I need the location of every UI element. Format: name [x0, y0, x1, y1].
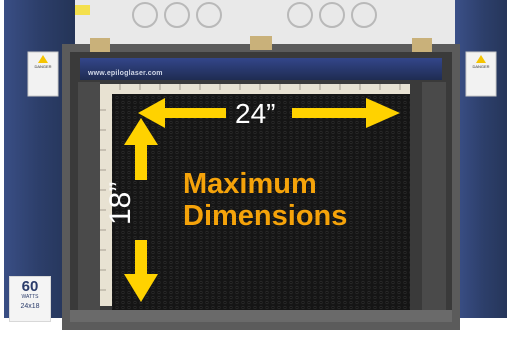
epilog-url-strip: www.epiloglaser.com: [88, 70, 163, 77]
top-ruler: [105, 84, 410, 94]
width-dimension-label: 24”: [235, 98, 276, 129]
badge-watts: 60: [21, 278, 39, 295]
photo-scene: www.epiloglaser.com 24” 18” Maximum Dime…: [0, 0, 511, 339]
model-badge: 60 WATTS 24x18: [9, 276, 51, 322]
warning-text-right-box: DANGER: [466, 52, 496, 96]
hinge-left: [90, 38, 110, 52]
headline-line-2: Dimensions: [183, 200, 348, 232]
warning-text-right: DANGER: [472, 64, 490, 69]
hinge-right: [412, 38, 432, 52]
right-rail: [422, 82, 446, 310]
maximum-dimensions-headline: Maximum Dimensions: [183, 168, 347, 232]
badge-unit: WATTS: [21, 294, 39, 300]
hinge-center: [250, 36, 272, 50]
badge-size: 24x18: [20, 303, 40, 310]
right-frame: [455, 0, 511, 339]
height-dimension-label: 18”: [104, 181, 137, 225]
headline-line-1: Maximum: [183, 168, 317, 200]
left-rail: [78, 82, 100, 310]
warning-text-left-box: DANGER: [28, 52, 58, 96]
front-lip: [70, 310, 452, 322]
warning-text-left: DANGER: [34, 64, 52, 69]
